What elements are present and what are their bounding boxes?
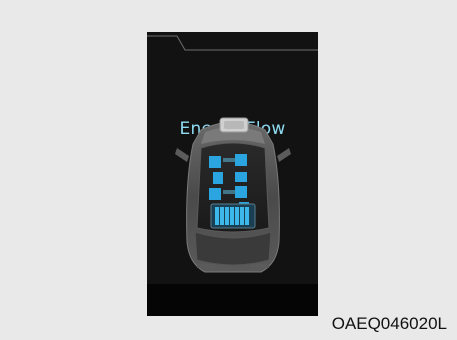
figure-code: OAEQ046020L — [331, 314, 447, 333]
energy-flow-display: Energy Flow — [147, 32, 318, 316]
battery-icon — [210, 203, 256, 229]
display-bottom-strip — [147, 284, 318, 316]
